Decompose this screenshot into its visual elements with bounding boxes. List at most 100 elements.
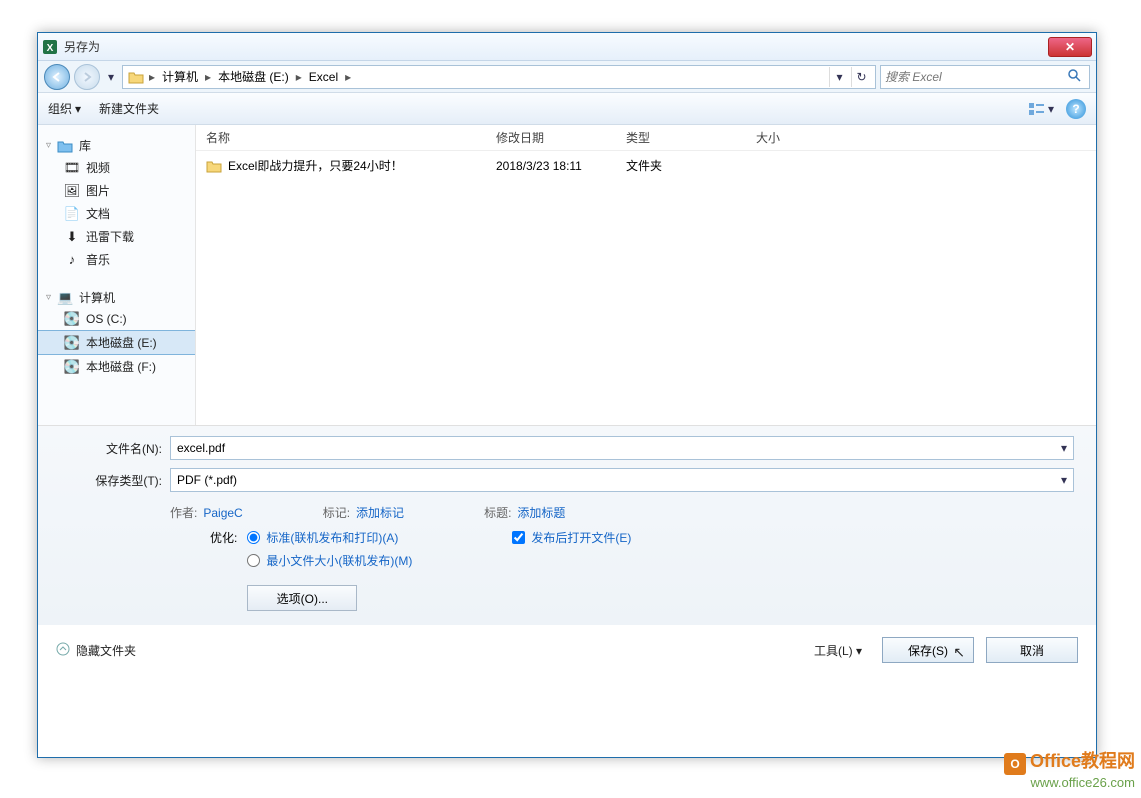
hide-folders-label: 隐藏文件夹 [76,642,136,659]
optimize-label: 优化: [210,529,237,611]
filename-value: excel.pdf [177,441,225,455]
view-options-button[interactable]: ▾ [1028,102,1054,116]
computer-node[interactable]: ▿ 💻 计算机 [38,287,195,308]
optimize-minsize-radio[interactable]: 最小文件大小(联机发布)(M) [247,552,412,569]
libraries-icon [57,138,73,154]
sidebar-item-xunlei[interactable]: ⬇迅雷下载 [38,225,195,248]
author-field[interactable]: 作者: PaigeC [170,504,243,521]
search-box[interactable] [880,65,1090,89]
breadcrumb-drive[interactable]: 本地磁盘 (E:) [215,68,292,85]
chevron-down-icon: ▾ [1048,102,1054,116]
chevron-down-icon[interactable]: ▾ [1061,473,1067,487]
file-type: 文件夹 [626,157,756,174]
libraries-node[interactable]: ▿ 库 [38,135,195,156]
view-icon [1028,102,1046,116]
breadcrumb-folder[interactable]: Excel [306,70,341,84]
savetype-value: PDF (*.pdf) [177,473,237,487]
drive-icon: 💽 [64,335,80,351]
svg-text:X: X [47,43,54,54]
tags-field[interactable]: 标记: 添加标记 [323,504,404,521]
music-icon: ♪ [64,252,80,268]
open-after-checkbox[interactable]: 发布后打开文件(E) [512,529,631,546]
radio-standard[interactable] [247,531,260,544]
sidebar-item-drive-c[interactable]: 💽OS (C:) [38,308,195,330]
sidebar-item-drive-f[interactable]: 💽本地磁盘 (F:) [38,355,195,378]
organize-label: 组织 [48,100,72,117]
cancel-button[interactable]: 取消 [986,637,1078,663]
folder-icon [127,68,145,86]
save-options-panel: 文件名(N): excel.pdf ▾ 保存类型(T): PDF (*.pdf)… [38,425,1096,625]
search-input[interactable] [885,70,1067,84]
folder-icon [206,158,222,174]
address-bar[interactable]: ▸ 计算机 ▸ 本地磁盘 (E:) ▸ Excel ▸ ▾ ↻ [122,65,876,89]
organize-menu[interactable]: 组织 ▾ [48,100,81,117]
refresh-icon[interactable]: ↻ [851,67,871,87]
checkbox-open-after[interactable] [512,531,525,544]
chevron-right-icon: ▸ [294,70,304,84]
drive-icon: 💽 [64,311,80,327]
dialog-footer: 隐藏文件夹 工具(L) ▾ 保存(S) ↖ 取消 [38,625,1096,675]
watermark-url: www.office26.com [1004,775,1135,790]
new-folder-button[interactable]: 新建文件夹 [99,100,159,117]
savetype-label: 保存类型(T): [60,472,170,489]
hide-folders-toggle[interactable]: 隐藏文件夹 [56,642,136,659]
col-size[interactable]: 大小 [756,129,836,146]
help-button[interactable]: ? [1066,99,1086,119]
video-icon: 🎞 [64,160,80,176]
tools-menu[interactable]: 工具(L) ▾ [806,642,870,659]
window-title: 另存为 [64,38,100,55]
sidebar-item-music[interactable]: ♪音乐 [38,248,195,271]
titlebar: X 另存为 ✕ [38,33,1096,61]
file-name: Excel即战力提升，只要24小时！ [228,157,403,174]
download-icon: ⬇ [64,229,80,245]
address-dropdown-icon[interactable]: ▾ [829,67,849,87]
title-value[interactable]: 添加标题 [517,504,565,521]
options-button[interactable]: 选项(O)... [247,585,357,611]
save-as-dialog: X 另存为 ✕ ▾ ▸ 计算机 ▸ 本地磁盘 (E:) ▸ Excel ▸ ▾ [37,32,1097,758]
new-folder-label: 新建文件夹 [99,100,159,117]
file-list: 名称 修改日期 类型 大小 Excel即战力提升，只要24小时！ 2018/3/… [196,125,1096,425]
sidebar-item-pictures[interactable]: 🖼图片 [38,179,195,202]
save-button[interactable]: 保存(S) ↖ [882,637,974,663]
optimize-standard-radio[interactable]: 标准(联机发布和打印)(A) [247,529,412,546]
chevron-down-icon: ▾ [75,102,81,116]
app-icon: X [42,39,58,55]
chevron-down-icon: ▾ [856,644,862,658]
breadcrumb-computer[interactable]: 计算机 [159,68,201,85]
title-label: 标题: [484,504,511,521]
file-row[interactable]: Excel即战力提升，只要24小时！ 2018/3/23 18:11 文件夹 [196,151,1096,180]
search-icon[interactable] [1067,68,1085,85]
author-value[interactable]: PaigeC [203,506,242,520]
col-date[interactable]: 修改日期 [496,129,626,146]
navigation-pane: ▿ 库 🎞视频 🖼图片 📄文档 ⬇迅雷下载 ♪音乐 ▿ 💻 计算机 [38,125,196,425]
sidebar-item-drive-e[interactable]: 💽本地磁盘 (E:) [38,330,195,355]
radio-minsize[interactable] [247,554,260,567]
document-icon: 📄 [64,206,80,222]
col-type[interactable]: 类型 [626,129,756,146]
file-date: 2018/3/23 18:11 [496,159,626,173]
chevron-right-icon: ▸ [343,70,353,84]
watermark-title: Office教程网 [1030,751,1135,771]
chevron-down-icon[interactable]: ▾ [1061,441,1067,455]
tags-label: 标记: [323,504,350,521]
forward-button[interactable] [74,64,100,90]
chevron-right-icon: ▸ [203,70,213,84]
command-toolbar: 组织 ▾ 新建文件夹 ▾ ? [38,93,1096,125]
drive-icon: 💽 [64,359,80,375]
navigation-bar: ▾ ▸ 计算机 ▸ 本地磁盘 (E:) ▸ Excel ▸ ▾ ↻ [38,61,1096,93]
filename-input[interactable]: excel.pdf ▾ [170,436,1074,460]
tags-value[interactable]: 添加标记 [356,504,404,521]
computer-icon: 💻 [57,290,73,306]
column-headers[interactable]: 名称 修改日期 类型 大小 [196,125,1096,151]
logo-icon: O [1004,753,1026,775]
picture-icon: 🖼 [64,183,80,199]
col-name[interactable]: 名称 [206,129,496,146]
title-field[interactable]: 标题: 添加标题 [484,504,565,521]
sidebar-item-documents[interactable]: 📄文档 [38,202,195,225]
back-button[interactable] [44,64,70,90]
sidebar-item-videos[interactable]: 🎞视频 [38,156,195,179]
close-button[interactable]: ✕ [1048,37,1092,57]
savetype-select[interactable]: PDF (*.pdf) ▾ [170,468,1074,492]
nav-history-dropdown[interactable]: ▾ [104,64,118,90]
chevron-right-icon: ▸ [147,70,157,84]
